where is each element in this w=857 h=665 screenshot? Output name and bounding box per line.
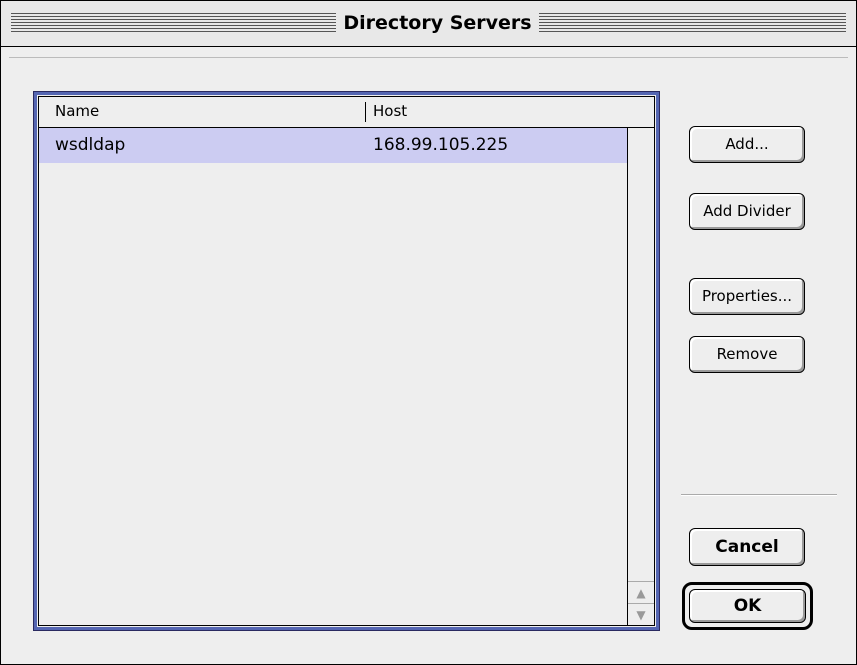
window-title: Directory Servers: [336, 9, 539, 37]
vertical-scrollbar[interactable]: ▲ ▼: [627, 128, 654, 625]
properties-button[interactable]: Properties...: [689, 278, 805, 315]
add-button[interactable]: Add...: [689, 126, 805, 163]
list-header: Name Host: [39, 97, 654, 128]
column-divider[interactable]: [365, 102, 366, 122]
server-host: 168.99.105.225: [373, 135, 509, 155]
column-header-name[interactable]: Name: [55, 102, 99, 120]
title-bar-stripes-right: [539, 13, 846, 34]
title-bar-stripes-left: [11, 13, 336, 34]
title-bar[interactable]: Directory Servers: [1, 1, 856, 47]
directory-servers-dialog: Directory Servers Name Host wsdldap 168.…: [0, 0, 857, 665]
list-item[interactable]: wsdldap 168.99.105.225: [39, 128, 630, 163]
button-separator: [681, 494, 837, 496]
add-divider-button[interactable]: Add Divider: [689, 193, 805, 230]
server-list[interactable]: Name Host wsdldap 168.99.105.225 ▲ ▼: [33, 91, 660, 631]
scroll-up-arrow-icon[interactable]: ▲: [628, 581, 654, 603]
scroll-down-arrow-icon[interactable]: ▼: [628, 603, 654, 625]
list-rows: wsdldap 168.99.105.225: [39, 128, 630, 625]
server-list-inner: Name Host wsdldap 168.99.105.225 ▲ ▼: [38, 96, 655, 626]
ok-button[interactable]: OK: [689, 589, 806, 623]
dialog-content: Name Host wsdldap 168.99.105.225 ▲ ▼ Add…: [9, 57, 848, 657]
cancel-button[interactable]: Cancel: [689, 528, 805, 566]
remove-button[interactable]: Remove: [689, 336, 805, 373]
column-header-host[interactable]: Host: [373, 102, 407, 120]
server-name: wsdldap: [55, 135, 126, 155]
